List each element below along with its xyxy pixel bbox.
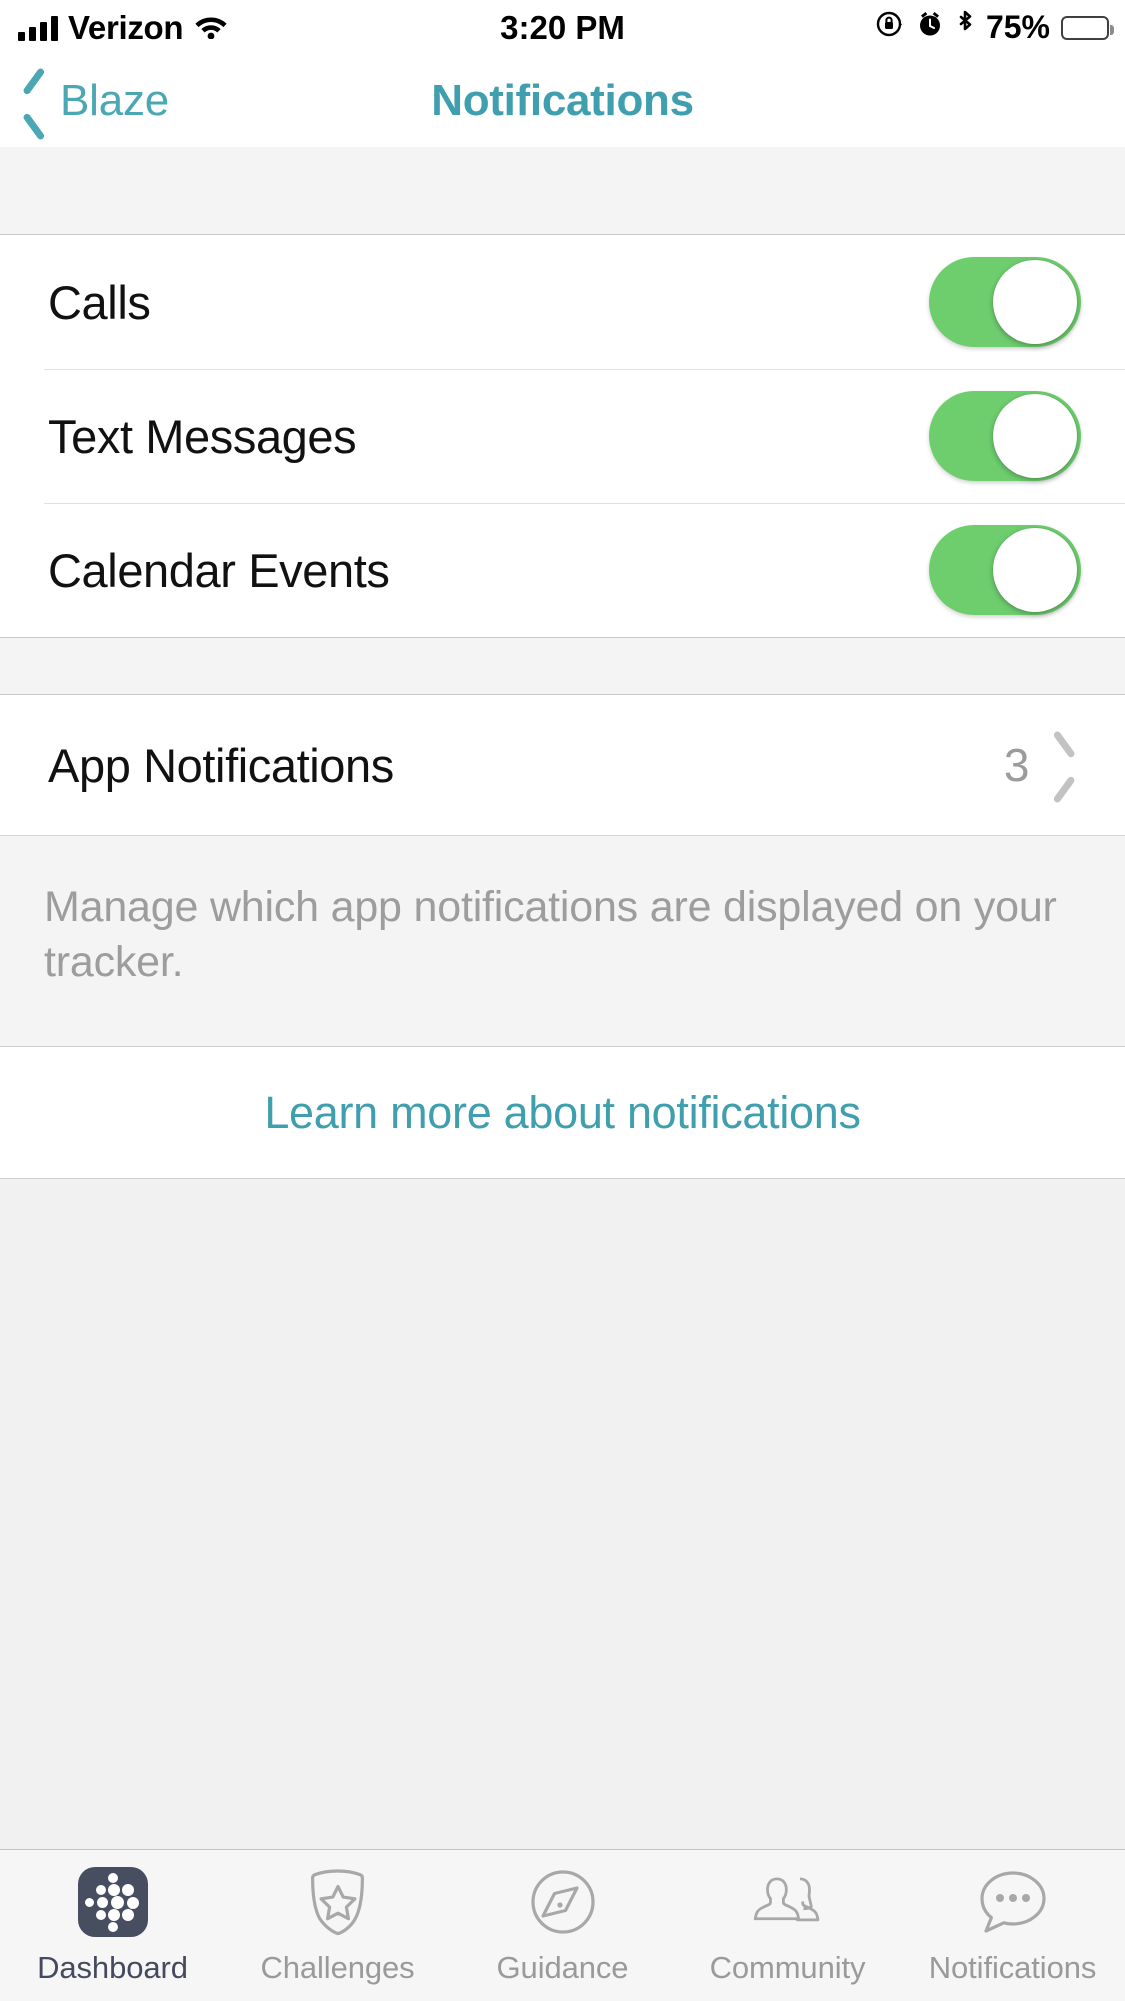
back-button-label: Blaze [60, 76, 169, 126]
setting-label: Text Messages [48, 409, 929, 464]
section-spacer-middle [0, 637, 1125, 695]
app-notifications-description: Manage which app notifications are displ… [0, 835, 1125, 1047]
app-notifications-count: 3 [1004, 738, 1029, 792]
setting-label: Calendar Events [48, 543, 929, 598]
tab-label: Guidance [497, 1950, 629, 1986]
tab-challenges[interactable]: Challenges [225, 1850, 450, 2001]
calendar-events-toggle[interactable] [929, 525, 1081, 615]
app-notifications-group: App Notifications 3 [0, 695, 1125, 835]
bluetooth-icon [955, 8, 975, 48]
setting-row-text-messages[interactable]: Text Messages [0, 369, 1125, 503]
tab-bar: Dashboard Challenges Guidance [0, 1849, 1125, 2001]
chat-bubble-icon [977, 1866, 1049, 1938]
alarm-clock-icon [916, 9, 944, 47]
tab-label: Community [710, 1950, 866, 1986]
back-button[interactable]: Blaze [22, 55, 169, 147]
tab-notifications[interactable]: Notifications [900, 1850, 1125, 2001]
settings-content: Calls Text Messages Calendar Events App … [0, 147, 1125, 2001]
app-notifications-label: App Notifications [48, 738, 1004, 793]
tab-label: Dashboard [37, 1950, 188, 1986]
tab-community[interactable]: Community [675, 1850, 900, 2001]
tab-label: Challenges [260, 1950, 414, 1986]
battery-percent-label: 75% [986, 9, 1050, 46]
tab-label: Notifications [929, 1950, 1097, 1986]
chevron-right-icon [1055, 743, 1077, 787]
toggle-knob [993, 394, 1077, 478]
app-root: Verizon 3:20 PM [0, 0, 1125, 2001]
tab-dashboard[interactable]: Dashboard [0, 1850, 225, 2001]
setting-row-calls[interactable]: Calls [0, 235, 1125, 369]
toggle-knob [993, 528, 1077, 612]
section-spacer-top [0, 147, 1125, 235]
text-messages-toggle[interactable] [929, 391, 1081, 481]
navigation-bar: Notifications Blaze [0, 55, 1125, 147]
setting-label: Calls [48, 275, 929, 330]
chevron-left-icon [22, 78, 48, 124]
setting-row-calendar-events[interactable]: Calendar Events [0, 503, 1125, 637]
empty-area [0, 1179, 1125, 1879]
toggle-settings-group: Calls Text Messages Calendar Events [0, 235, 1125, 637]
tab-guidance[interactable]: Guidance [450, 1850, 675, 2001]
people-icon [752, 1866, 824, 1938]
fitbit-dots-icon [77, 1866, 149, 1938]
battery-icon [1061, 16, 1109, 40]
status-bar: Verizon 3:20 PM [0, 0, 1125, 55]
app-notifications-row[interactable]: App Notifications 3 [0, 695, 1125, 835]
calls-toggle[interactable] [929, 257, 1081, 347]
compass-icon [527, 1866, 599, 1938]
rotation-lock-icon [875, 9, 905, 47]
status-bar-right: 75% [875, 8, 1109, 48]
shield-star-icon [302, 1866, 374, 1938]
learn-more-link[interactable]: Learn more about notifications [0, 1047, 1125, 1179]
toggle-knob [993, 260, 1077, 344]
